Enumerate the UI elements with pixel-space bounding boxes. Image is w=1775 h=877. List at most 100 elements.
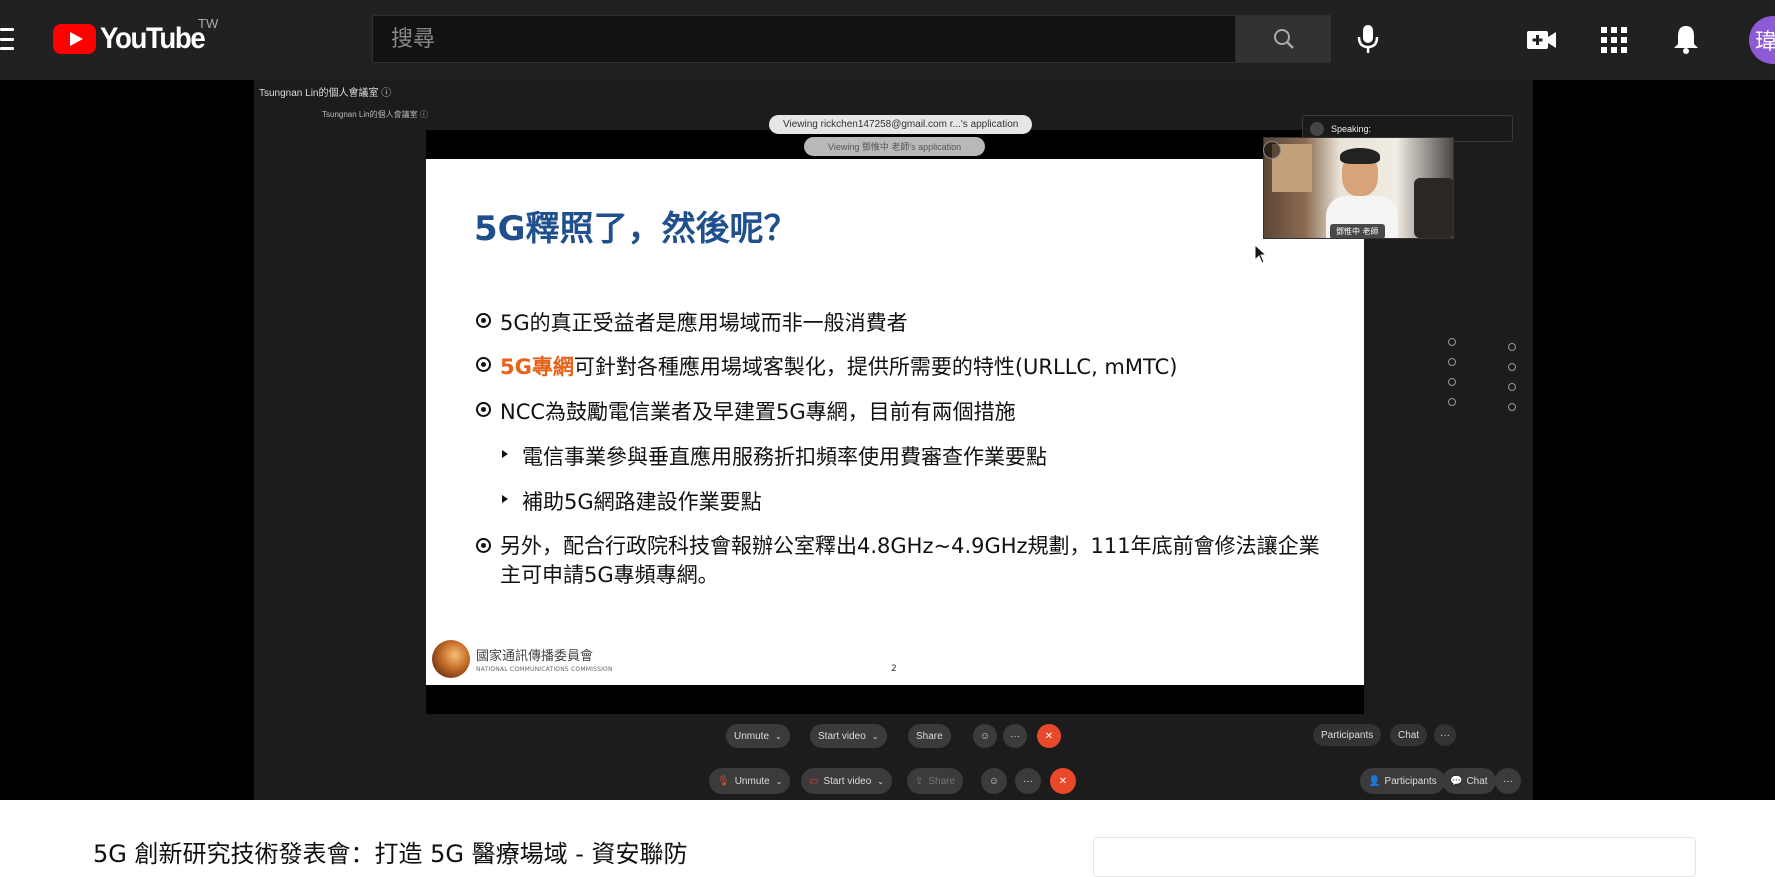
end-call-icon-back: ✕ bbox=[1037, 724, 1061, 748]
fit-screen-icon[interactable] bbox=[1508, 403, 1516, 411]
zoom-tools-back bbox=[1445, 338, 1459, 406]
button-label: Unmute bbox=[734, 730, 770, 742]
more-icon: ··· bbox=[1503, 775, 1513, 787]
reactions-icon-back: ☺ bbox=[973, 724, 997, 748]
chevron-down-icon[interactable]: ⌄ bbox=[776, 777, 783, 786]
more-options-back: ··· bbox=[1434, 724, 1456, 746]
video-off-icon: ▭ bbox=[809, 775, 819, 787]
slide-sub-bullet: 電信事業參與垂直應用服務折扣頻率使用費審查作業要點 bbox=[500, 441, 1047, 471]
notifications-button[interactable] bbox=[1670, 22, 1702, 56]
share-button[interactable]: ⇪ Share bbox=[907, 768, 964, 794]
search-input[interactable] bbox=[373, 16, 1235, 62]
button-label: Chat bbox=[1466, 775, 1488, 787]
more-icon-back: ··· bbox=[1003, 724, 1027, 748]
bullet-text: NCC為鼓勵電信業者及早建置5G專網，目前有兩個措施 bbox=[500, 400, 1016, 424]
unmute-button-back: Unmute ⌄ bbox=[726, 724, 790, 748]
apps-button[interactable] bbox=[1598, 24, 1630, 56]
chevron-down-icon[interactable]: ⌄ bbox=[877, 777, 884, 786]
voice-search-button[interactable] bbox=[1352, 22, 1384, 56]
share-button-back: Share bbox=[908, 724, 951, 748]
speaker-video-thumbnail[interactable]: 鄧惟中 老師 bbox=[1263, 137, 1454, 239]
meeting-title: Tsungnan Lin的個人會議室 ⓘ bbox=[259, 88, 392, 99]
slide-page-number: 2 bbox=[891, 664, 897, 674]
secondary-panel bbox=[1093, 837, 1696, 877]
microphone-muted-icon: 🎙 bbox=[717, 775, 730, 787]
apps-grid-icon bbox=[1601, 27, 1627, 53]
youtube-header: YouTube TW 瑋 bbox=[0, 0, 1775, 80]
slide-bullet: NCC為鼓勵電信業者及早建置5G專網，目前有兩個措施 bbox=[476, 396, 1016, 426]
bullet-text: 5G的真正受益者是應用場域而非一般消費者 bbox=[500, 311, 908, 335]
slide-sub-bullet: 補助5G網路建設作業要點 bbox=[500, 486, 762, 516]
search-button[interactable] bbox=[1236, 15, 1331, 63]
slide-bullet: 另外，配合行政院科技會報辦公室釋出4.8GHz~4.9GHz規劃，111年底前會… bbox=[476, 532, 1330, 590]
close-icon: ✕ bbox=[1058, 775, 1068, 787]
bullet-text: 另外，配合行政院科技會報辦公室釋出4.8GHz~4.9GHz規劃，111年底前會… bbox=[500, 534, 1320, 587]
slide-bullet: 5G的真正受益者是應用場域而非一般消費者 bbox=[476, 307, 908, 337]
create-button[interactable] bbox=[1524, 24, 1560, 56]
bullet-text: 可針對各種應用場域客製化，提供所需要的特性(URLLC, mMTC) bbox=[573, 355, 1178, 379]
mouse-cursor-icon bbox=[1254, 244, 1268, 264]
meeting-screen-share: Tsungnan Lin的個人會議室 ⓘ Tsungnan Lin的個人會議室 … bbox=[254, 80, 1533, 800]
search-box bbox=[372, 15, 1236, 63]
button-label: Start video bbox=[818, 730, 866, 742]
exit-fullscreen-icon[interactable] bbox=[1508, 343, 1516, 351]
zoom-out-icon[interactable] bbox=[1508, 383, 1516, 391]
speaking-label: Speaking: bbox=[1331, 123, 1372, 134]
ncc-logo: 國家通訊傳播委員會 NATIONAL COMMUNICATIONS COMMIS… bbox=[432, 640, 613, 678]
speaker-name-tag: 鄧惟中 老師 bbox=[1330, 224, 1385, 238]
chat-button[interactable]: 💬 Chat bbox=[1442, 768, 1496, 794]
logo-text: YouTube bbox=[100, 22, 206, 55]
ncc-name-cn: 國家通訊傳播委員會 bbox=[476, 649, 594, 664]
share-icon: ⇪ bbox=[915, 775, 924, 787]
bullet-icon bbox=[476, 402, 491, 417]
slide-title: 5G釋照了，然後呢？ bbox=[474, 209, 798, 249]
end-call-button[interactable]: ✕ bbox=[1050, 768, 1076, 794]
youtube-logo[interactable]: YouTube TW bbox=[53, 16, 218, 56]
meeting-title-nested: Tsungnan Lin的個人會議室 ⓘ bbox=[322, 110, 428, 119]
sub-bullet-icon bbox=[502, 450, 508, 458]
menu-icon[interactable] bbox=[0, 28, 14, 50]
bullet-icon bbox=[476, 313, 491, 328]
chat-icon: 💬 bbox=[1450, 775, 1463, 787]
ncc-emblem-icon bbox=[432, 640, 470, 678]
more-icon: ··· bbox=[1023, 775, 1033, 787]
participants-icon: 👤 bbox=[1368, 775, 1381, 787]
region-code: TW bbox=[198, 16, 219, 31]
reactions-button[interactable]: ☺ bbox=[981, 768, 1007, 794]
button-label: Unmute bbox=[734, 775, 770, 787]
more-options-button[interactable]: ··· bbox=[1495, 768, 1521, 794]
sub-bullet-text: 補助5G網路建設作業要點 bbox=[522, 490, 762, 514]
button-label: Participants bbox=[1321, 729, 1374, 741]
sub-bullet-text: 電信事業參與垂直應用服務折扣頻率使用費審查作業要點 bbox=[522, 445, 1047, 469]
start-video-button[interactable]: ▭ Start video ⌄ bbox=[801, 768, 892, 794]
search-icon bbox=[1273, 29, 1294, 49]
bell-icon bbox=[1674, 26, 1698, 54]
viewing-notice: Viewing rickchen147258@gmail.com r...'s … bbox=[769, 115, 1033, 134]
ncc-name-en: NATIONAL COMMUNICATIONS COMMISSION bbox=[476, 666, 613, 673]
bullet-icon bbox=[476, 538, 491, 553]
zoom-in-icon[interactable] bbox=[1508, 363, 1516, 371]
button-label: Participants bbox=[1384, 775, 1437, 787]
reaction-icon: ☺ bbox=[988, 775, 1000, 787]
microphone-icon bbox=[1357, 25, 1379, 53]
collapse-video-icon[interactable] bbox=[1263, 141, 1281, 159]
bullet-icon bbox=[476, 357, 491, 372]
button-label: Chat bbox=[1398, 729, 1420, 741]
button-label: Share bbox=[916, 730, 943, 742]
chevron-right-icon[interactable] bbox=[1310, 122, 1324, 136]
presentation-slide: 5G釋照了，然後呢？ 5G的真正受益者是應用場域而非一般消費者 5G專網 可針對各… bbox=[426, 159, 1364, 685]
start-video-button-back: Start video ⌄ bbox=[810, 724, 887, 748]
button-label: Share bbox=[928, 775, 956, 787]
chat-button-back: Chat bbox=[1390, 724, 1428, 746]
zoom-tools bbox=[1505, 343, 1519, 411]
participants-button[interactable]: 👤 Participants bbox=[1360, 768, 1445, 794]
video-camera-plus-icon bbox=[1527, 31, 1556, 49]
avatar[interactable]: 瑋 bbox=[1749, 16, 1775, 64]
more-button[interactable]: ··· bbox=[1015, 768, 1041, 794]
slide-bullet: 5G專網 可針對各種應用場域客製化，提供所需要的特性(URLLC, mMTC) bbox=[476, 351, 1177, 381]
button-label: Start video bbox=[823, 775, 872, 787]
unmute-button[interactable]: 🎙 Unmute ⌄ bbox=[709, 768, 791, 794]
sub-bullet-icon bbox=[502, 495, 508, 503]
participants-button-back: Participants bbox=[1313, 724, 1382, 746]
youtube-play-icon bbox=[53, 24, 96, 54]
